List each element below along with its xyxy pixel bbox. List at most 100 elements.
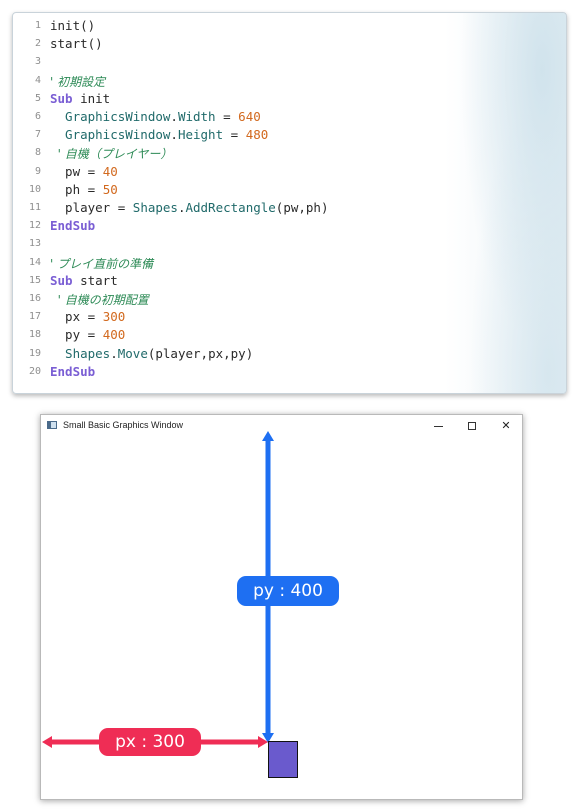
- code-text: Sub init: [50, 91, 110, 106]
- code-token: ' 初期設定: [50, 74, 106, 89]
- line-number: 18: [28, 329, 41, 341]
- code-text: px = 300: [50, 309, 125, 324]
- line-number: 16: [28, 293, 41, 304]
- code-token: Width: [177, 109, 216, 124]
- code-token: EndSub: [50, 363, 96, 379]
- code-token: =: [80, 163, 103, 179]
- code-token: ' 自機の初期配置: [50, 293, 149, 307]
- code-token: 400: [102, 327, 126, 343]
- code-text: ph = 50: [50, 182, 118, 197]
- code-token: pw: [50, 163, 81, 179]
- code-line[interactable]: 18 py = 400: [13, 326, 553, 344]
- px-arrow-head-left: [42, 736, 52, 748]
- code-line[interactable]: 9 pw = 40: [13, 163, 553, 181]
- code-line[interactable]: 7 GraphicsWindow.Height = 480: [13, 126, 553, 144]
- code-text: GraphicsWindow.Height = 480: [50, 127, 268, 142]
- line-number: 13: [28, 238, 41, 250]
- code-token: =: [80, 181, 103, 197]
- code-text: GraphicsWindow.Width = 640: [50, 109, 261, 124]
- code-text: EndSub: [50, 364, 95, 379]
- code-token: =: [80, 309, 103, 325]
- code-token: GraphicsWindow: [50, 109, 171, 124]
- py-label: py : 400: [237, 576, 339, 606]
- code-token: px: [50, 309, 81, 325]
- code-token: 480: [245, 127, 269, 143]
- code-text: ' 自機の初期配置: [50, 291, 149, 308]
- code-text: start(): [50, 36, 103, 51]
- code-text: py = 400: [50, 327, 125, 342]
- code-editor[interactable]: 1 init() 2 start() 3 4 ' 初期設定 5 Sub init 6 Graphi…: [12, 12, 567, 394]
- code-line[interactable]: 6 GraphicsWindow.Width = 640: [13, 108, 553, 126]
- code-token: (pw,ph): [275, 200, 329, 215]
- code-token: Move: [117, 345, 148, 361]
- line-number: 8: [34, 147, 41, 159]
- line-number: 10: [28, 183, 41, 195]
- code-text: player = Shapes.AddRectangle(pw,ph): [50, 200, 328, 215]
- line-number: 3: [34, 56, 41, 68]
- graphics-window: Small Basic Graphics Window ✕ py : 400 p…: [40, 414, 523, 800]
- code-token: start(): [50, 36, 103, 52]
- code-token: GraphicsWindow: [50, 127, 171, 143]
- code-line[interactable]: 12 EndSub: [13, 217, 553, 235]
- code-text: pw = 40: [50, 164, 118, 179]
- code-token: py: [50, 327, 81, 343]
- code-token: ' プレイ直前の準備: [50, 256, 154, 271]
- code-line[interactable]: 15 Sub start: [13, 272, 553, 290]
- code-token: =: [80, 327, 103, 343]
- code-line[interactable]: 13: [13, 235, 553, 253]
- code-token: .: [110, 345, 118, 361]
- code-token: AddRectangle: [185, 200, 276, 215]
- line-number: 6: [34, 111, 41, 122]
- code-line[interactable]: 2 start(): [13, 35, 553, 53]
- line-number: 19: [28, 347, 41, 359]
- code-token: Sub: [50, 90, 73, 106]
- code-text: ' 初期設定: [50, 73, 105, 90]
- line-number: 20: [28, 365, 41, 377]
- line-number: 14: [28, 256, 41, 268]
- code-text: ' プレイ直前の準備: [50, 255, 153, 272]
- code-text: init(): [50, 18, 95, 33]
- code-token: =: [215, 109, 239, 124]
- player-rectangle: [268, 741, 298, 778]
- code-line[interactable]: 11 player = Shapes.AddRectangle(pw,ph): [13, 199, 553, 217]
- code-line[interactable]: 1 init(): [13, 17, 553, 35]
- code-token: (player,px,py): [147, 345, 254, 361]
- code-line[interactable]: 20 EndSub: [13, 363, 553, 381]
- code-token: =: [110, 200, 133, 215]
- code-token: .: [170, 127, 178, 143]
- line-number: 17: [28, 311, 41, 323]
- code-line[interactable]: 17 px = 300: [13, 308, 553, 326]
- code-token: .: [170, 109, 178, 124]
- code-line[interactable]: 19 Shapes.Move(player,px,py): [13, 345, 553, 363]
- code-token: init: [72, 90, 111, 106]
- line-number: 12: [28, 220, 41, 232]
- code-line[interactable]: 5 Sub init: [13, 90, 553, 108]
- code-line[interactable]: 3: [13, 53, 553, 71]
- line-number: 7: [34, 129, 41, 141]
- code-token: init(): [50, 18, 96, 33]
- code-token: 300: [102, 309, 126, 325]
- line-number: 5: [34, 92, 41, 104]
- code-line[interactable]: 14 ' プレイ直前の準備: [13, 254, 553, 272]
- code-text: ' 自機（プレイヤー）: [50, 145, 173, 162]
- line-number: 15: [28, 274, 41, 286]
- code-token: 40: [102, 163, 118, 179]
- code-text: EndSub: [50, 218, 95, 233]
- code-token: EndSub: [50, 218, 96, 234]
- code-line[interactable]: 10 ph = 50: [13, 181, 553, 199]
- px-label: px : 300: [99, 728, 201, 756]
- code-token: Shapes: [50, 345, 111, 361]
- code-token: ph: [50, 181, 81, 197]
- code-token: player: [50, 200, 111, 215]
- line-number: 11: [28, 202, 41, 213]
- line-number: 2: [34, 38, 41, 50]
- code-token: start: [72, 272, 118, 288]
- line-number: 4: [34, 74, 41, 86]
- code-token: Sub: [50, 272, 73, 288]
- code-line[interactable]: 16 ' 自機の初期配置: [13, 290, 553, 308]
- code-line[interactable]: 8 ' 自機（プレイヤー）: [13, 144, 553, 162]
- py-arrow-head-top: [262, 431, 274, 441]
- code-line[interactable]: 4 ' 初期設定: [13, 72, 553, 90]
- code-token: =: [223, 127, 246, 143]
- code-token: Height: [177, 127, 224, 143]
